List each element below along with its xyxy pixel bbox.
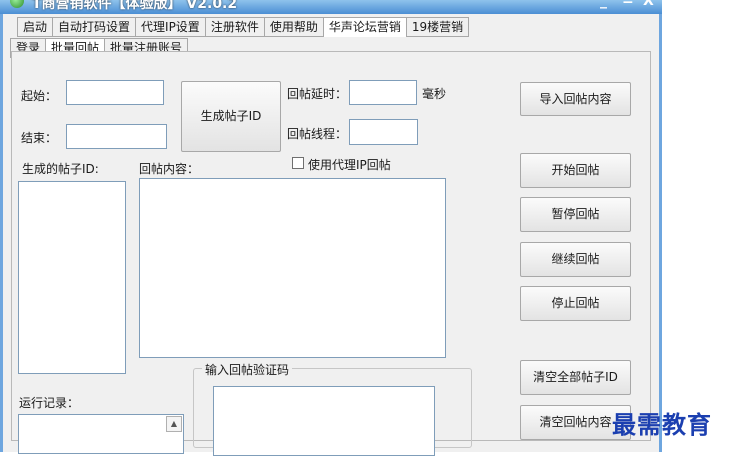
run-log-label: 运行记录： — [19, 396, 80, 410]
tab-19lou-marketing[interactable]: 19楼营销 — [406, 17, 470, 37]
generated-ids-list[interactable] — [18, 181, 126, 374]
close-button[interactable]: X — [643, 0, 654, 8]
tab-proxy-settings[interactable]: 代理IP设置 — [136, 17, 206, 37]
use-proxy-checkbox[interactable] — [292, 157, 304, 169]
pause-reply-button[interactable]: 暂停回帖 — [520, 197, 631, 232]
tab-captcha-settings[interactable]: 自动打码设置 — [53, 17, 137, 37]
use-proxy-label: 使用代理IP回帖 — [308, 158, 391, 172]
main-tab-bar: 启动 自动打码设置 代理IP设置 注册软件 使用帮助 华声论坛营销 19楼营销 — [17, 17, 470, 37]
reply-threads-label: 回帖线程： — [287, 127, 348, 141]
minimize-button[interactable]: _ — [600, 0, 607, 8]
reply-content-label: 回帖内容： — [139, 162, 200, 176]
resume-reply-button[interactable]: 继续回帖 — [520, 242, 631, 277]
generated-ids-label: 生成的帖子ID: — [22, 162, 99, 176]
reply-threads-input[interactable] — [349, 119, 418, 145]
captcha-groupbox: 输入回帖验证码 — [193, 361, 472, 456]
reply-delay-input[interactable] — [349, 80, 417, 105]
app-icon — [10, 0, 24, 8]
stop-reply-button[interactable]: 停止回帖 — [520, 286, 631, 321]
maximize-button[interactable]: = — [622, 0, 634, 8]
window-title: T商营销软件【体验版】 V2.0.2 — [32, 0, 238, 12]
end-label: 结束： — [21, 131, 58, 145]
start-id-input[interactable] — [66, 80, 164, 105]
reply-content-textarea[interactable] — [139, 178, 446, 358]
clear-all-ids-button[interactable]: 清空全部帖子ID — [520, 360, 631, 395]
tab-register-software[interactable]: 注册软件 — [205, 17, 265, 37]
batch-reply-panel: 起始： 结束： 生成帖子ID 回帖延时： 毫秒 回帖线程： 导入回帖内容 生成的… — [11, 51, 651, 456]
start-label: 起始： — [21, 89, 58, 103]
reply-delay-label: 回帖延时： — [287, 87, 348, 101]
start-reply-button[interactable]: 开始回帖 — [520, 153, 631, 188]
run-log-textarea[interactable]: ▲ — [18, 414, 184, 454]
title-bar: T商营销软件【体验版】 V2.0.2 _ = X — [0, 0, 662, 14]
tab-help[interactable]: 使用帮助 — [264, 17, 324, 37]
captcha-group-label: 输入回帖验证码 — [202, 361, 293, 378]
scroll-up-arrow-icon[interactable]: ▲ — [166, 416, 182, 432]
import-content-button[interactable]: 导入回帖内容 — [520, 82, 631, 116]
tab-startup[interactable]: 启动 — [17, 17, 54, 37]
end-id-input[interactable] — [66, 124, 167, 149]
delay-unit-label: 毫秒 — [422, 87, 447, 101]
tab-huasheng-marketing[interactable]: 华声论坛营销 — [323, 17, 407, 37]
generate-post-id-button[interactable]: 生成帖子ID — [181, 81, 281, 152]
captcha-image-area — [213, 386, 435, 456]
watermark-text: 最需教育 — [612, 410, 712, 439]
